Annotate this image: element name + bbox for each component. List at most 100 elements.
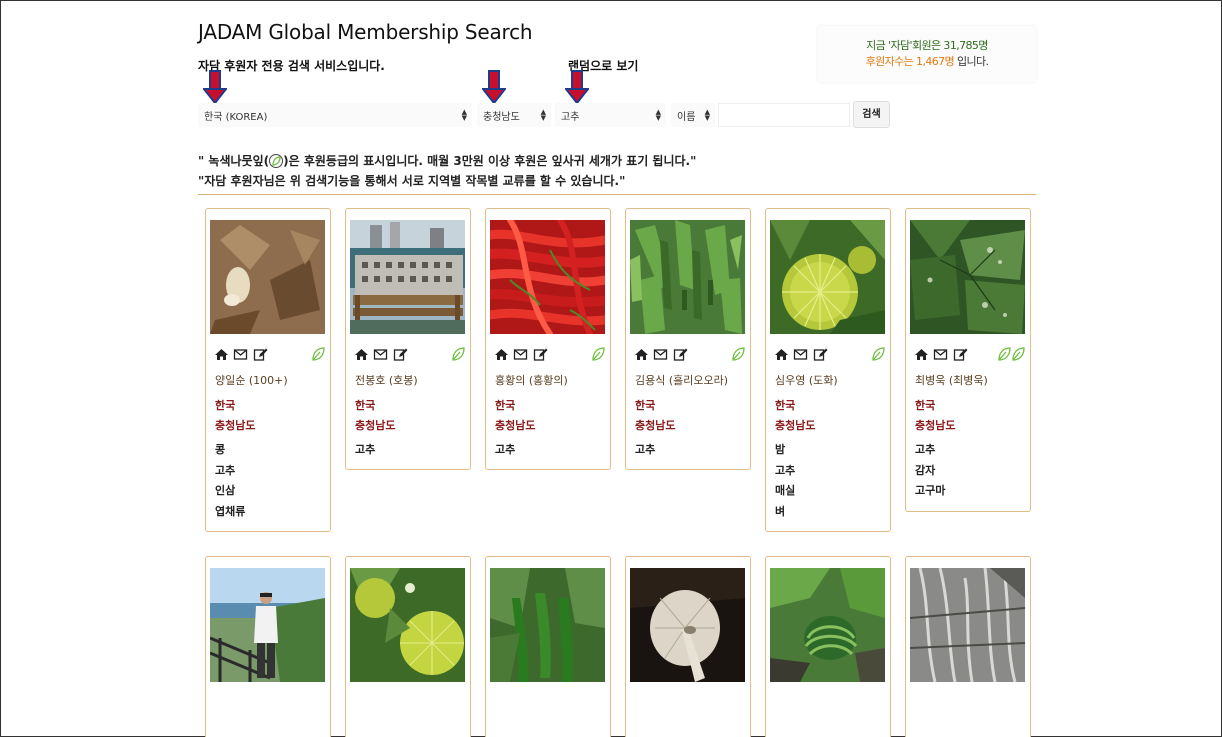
crop-item: 고구마 [915,484,946,498]
member-card[interactable]: 최병욱 (최병욱) 한국 충청남도 고추 감자 고구마 [905,208,1031,512]
mail-icon[interactable] [513,347,528,362]
member-photo[interactable] [210,220,325,334]
home-icon[interactable] [774,347,789,362]
edit-icon[interactable] [253,347,268,362]
member-region: 충청남도 [495,419,536,432]
member-country: 한국 [215,399,236,412]
edit-icon[interactable] [533,347,548,362]
member-name[interactable]: 홍황의 (홍황의) [495,372,568,388]
member-card[interactable] [625,556,751,737]
leaf-icon [312,347,325,361]
page-title: JADAM Global Membership Search [198,20,533,44]
select-caret-icon: ▲ ▼ [655,108,661,122]
edit-icon[interactable] [813,347,828,362]
member-region: 충청남도 [915,419,956,432]
crop-select[interactable]: 고추 ▲ ▼ [555,103,666,127]
member-card[interactable] [205,556,331,737]
crop-item: 고추 [355,443,376,456]
member-photo[interactable] [630,220,745,334]
mail-icon[interactable] [653,347,668,362]
member-card[interactable]: 심우영 (도화) 한국 충청남도 밤 고추 매실 벼 [765,208,891,532]
member-region: 충청남도 [775,419,816,432]
member-photo[interactable] [350,568,465,682]
divider [198,194,1036,195]
member-card[interactable] [905,556,1031,737]
leaf-icon [732,347,745,361]
crop-item: 밤 [775,443,786,456]
crop-item: 고추 [775,463,796,477]
member-name[interactable]: 김용식 (흘리오오라) [635,372,728,388]
member-crops: 밤 고추 매실 벼 [775,441,795,524]
member-region: 충청남도 [355,419,396,432]
mail-icon[interactable] [793,347,808,362]
member-card[interactable]: 홍황의 (홍황의) 한국 충청남도 고추 [485,208,611,470]
field-select[interactable]: 이름 ▲ ▼ [671,103,715,127]
arrow-down-icon [203,70,227,104]
home-icon[interactable] [354,347,369,362]
arrow-down-icon [482,70,506,104]
member-crops: 고추 [495,441,515,462]
member-photo[interactable] [910,220,1025,334]
member-crops: 고추 [355,441,375,462]
home-icon[interactable] [494,347,509,362]
member-country: 한국 [355,399,376,412]
member-photo[interactable] [770,568,885,682]
home-icon[interactable] [214,347,229,362]
member-country: 한국 [775,399,796,412]
select-caret-icon: ▲ ▼ [461,108,467,122]
crop-item: 콩 [215,443,226,456]
member-name[interactable]: 전봉호 (호봉) [355,372,418,388]
leaf-icon [452,347,465,361]
member-name[interactable]: 양일순 (100+) [215,372,288,388]
edit-icon[interactable] [673,347,688,362]
mail-icon[interactable] [233,347,248,362]
member-photo[interactable] [630,568,745,682]
member-photo[interactable] [490,220,605,334]
edit-icon[interactable] [953,347,968,362]
crop-item: 감자 [915,463,936,477]
crop-item: 고추 [635,443,656,456]
member-card[interactable] [485,556,611,737]
grade-note-after: )은 후원등급의 표시입니다. 매월 3만원 이상 후원은 잎사귀 세개가 표기… [283,154,697,168]
country-select-value: 한국 (KOREA) [204,112,268,123]
member-card[interactable]: 전봉호 (호봉) 한국 충청남도 고추 [345,208,471,470]
mail-icon[interactable] [933,347,948,362]
member-crops: 고추 [635,441,655,462]
member-stats-box: 지금 '자담'회원은 31,785명 후원자수는 1,467명 입니다. [818,26,1036,82]
arrow-down-icon [565,70,589,104]
grade-note: " 녹색나뭇잎()은 후원등급의 표시입니다. 매월 3만원 이상 후원은 잎사… [198,152,696,169]
sponsor-count-tail: 입니다. [954,55,989,68]
crop-item: 엽채류 [215,505,246,519]
field-select-value: 이름 [677,112,696,123]
crop-select-value: 고추 [561,112,580,123]
member-card[interactable]: 양일순 (100+) 한국 충청남도 콩 고추 인삼 엽채류 [205,208,331,532]
home-icon[interactable] [634,347,649,362]
member-region: 충청남도 [215,419,256,432]
member-photo[interactable] [490,568,605,682]
search-button[interactable]: 검색 [853,101,890,128]
member-card[interactable] [765,556,891,737]
crop-item: 벼 [775,505,786,519]
member-photo[interactable] [350,220,465,334]
member-card[interactable] [345,556,471,737]
crop-item: 고추 [215,463,236,477]
region-select-value: 충청남도 [483,112,520,123]
member-name[interactable]: 심우영 (도화) [775,372,838,388]
country-select[interactable]: 한국 (KOREA) ▲ ▼ [198,103,472,127]
sponsor-count-highlight: 후원자수는 1,467명 [865,55,955,68]
crop-item: 매실 [775,484,796,498]
member-name[interactable]: 최병욱 (최병욱) [915,372,988,388]
leaf-icon [592,347,605,361]
member-photo[interactable] [770,220,885,334]
name-search-input[interactable] [718,103,850,127]
leaf-icon [872,347,885,361]
region-select[interactable]: 충청남도 ▲ ▼ [477,103,551,127]
edit-icon[interactable] [393,347,408,362]
home-icon[interactable] [914,347,929,362]
member-photo[interactable] [910,568,1025,682]
member-card[interactable]: 김용식 (흘리오오라) 한국 충청남도 고추 [625,208,751,470]
member-crops: 콩 고추 인삼 엽채류 [215,441,245,524]
crop-item: 고추 [915,443,936,456]
mail-icon[interactable] [373,347,388,362]
member-photo[interactable] [210,568,325,682]
